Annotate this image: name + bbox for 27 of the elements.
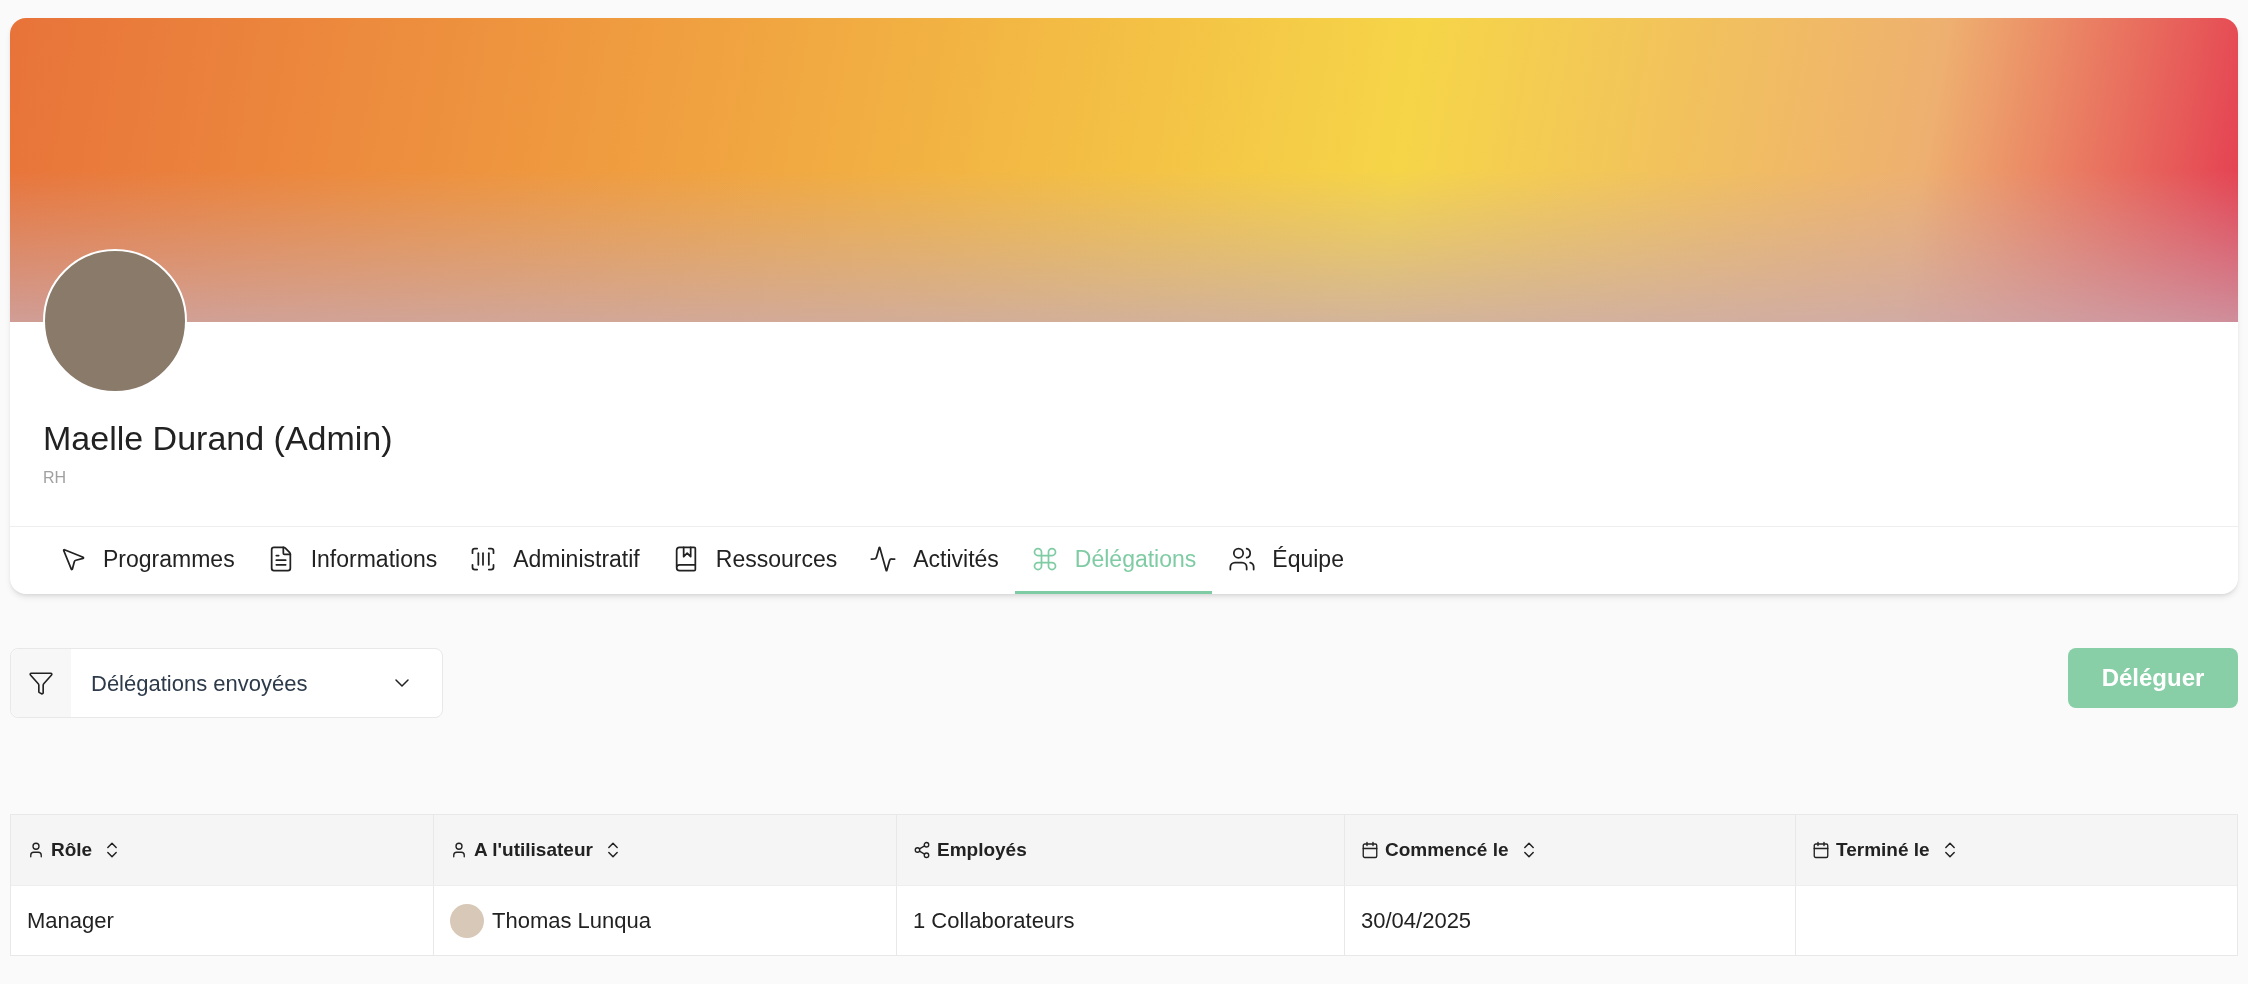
table-cell-text: 30/04/2025 — [1361, 907, 1472, 935]
avatar — [450, 903, 484, 938]
calendar-icon — [1361, 841, 1379, 859]
filter-dropdown[interactable]: Délégations envoyées — [10, 648, 443, 718]
pulse-icon — [869, 545, 898, 573]
column-header: Terminé le — [1836, 837, 1930, 862]
filter-icon — [28, 670, 54, 696]
users-icon — [1228, 545, 1257, 573]
network-icon — [913, 841, 931, 859]
profile-tab[interactable]: Administratif — [453, 527, 656, 594]
table-cell-text: Manager — [27, 907, 114, 935]
column-header: Rôle — [51, 837, 93, 862]
column-header: Commencé le — [1385, 837, 1509, 862]
profile-tab[interactable]: Équipe — [1212, 527, 1360, 594]
profile-tab[interactable]: Activités — [853, 527, 1015, 594]
profile-tab[interactable]: Informations — [250, 527, 454, 594]
user-icon — [27, 841, 45, 859]
column-header: Employés — [937, 837, 1027, 862]
calendar-icon — [1812, 841, 1830, 859]
column-header: A l'utilisateur — [474, 837, 593, 862]
table-cell-text: Thomas Lunqua — [492, 907, 651, 935]
user-icon — [450, 841, 468, 859]
profile-department: RH — [43, 468, 68, 488]
profile-tab[interactable]: Ressources — [655, 527, 854, 594]
profile-name: Maelle Durand (Admin) — [43, 418, 394, 458]
table-cell-text: 1 Collaborateurs — [913, 907, 1075, 935]
profile-tab[interactable]: Programmes — [43, 527, 251, 594]
